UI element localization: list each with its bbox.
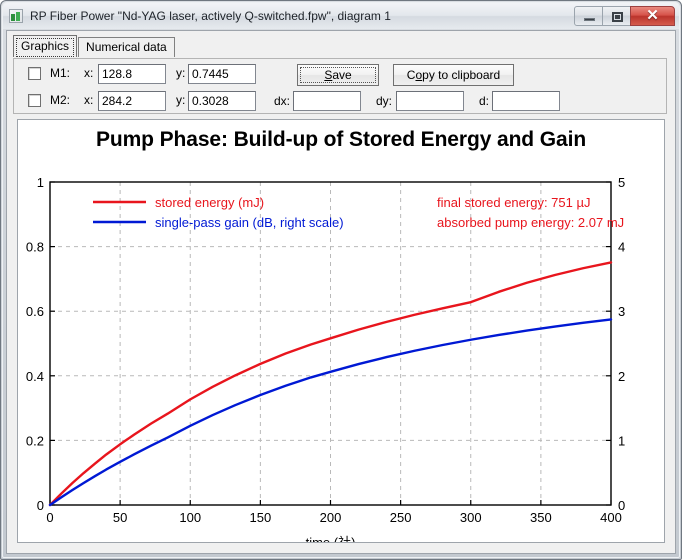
m1-x-label: x: (84, 66, 94, 80)
dx-label: dx: (274, 94, 291, 108)
x-tick-label: 300 (460, 510, 482, 525)
copy-rest: py to clipboard (422, 68, 501, 82)
m1-checkbox[interactable] (28, 67, 41, 80)
y-tick-label: 0.8 (26, 240, 44, 255)
dx-input[interactable] (293, 91, 361, 111)
x-tick-label: 100 (179, 510, 201, 525)
m2-label: M2: (50, 93, 71, 107)
annotations: final stored energy: 751 µJ absorbed pump… (437, 195, 624, 230)
close-icon: ✕ (646, 7, 659, 24)
maximize-icon (612, 12, 623, 22)
x-tick-label: 150 (250, 510, 272, 525)
marker-controls-group: M1: x: 128.8 y: 0.7445 Save Copy to clip… (13, 58, 667, 114)
tab-graphics-label: Graphics (21, 39, 70, 53)
close-button[interactable]: ✕ (630, 6, 675, 26)
d-input[interactable] (492, 91, 560, 111)
client-area: Graphics Numerical data M1: x: 128.8 y: … (6, 30, 676, 554)
minimize-icon (584, 18, 595, 21)
y-tick-label: 0.6 (26, 304, 44, 319)
save-rest: ave (332, 68, 352, 82)
y2-tick-label: 4 (618, 240, 625, 255)
tab-numerical-data[interactable]: Numerical data (78, 37, 175, 57)
m1-label: M1: (50, 66, 71, 80)
app-icon (9, 9, 23, 23)
y2-tick-label: 2 (618, 369, 625, 384)
x-tick-label: 0 (46, 510, 53, 525)
y-tick-label: 0.2 (26, 433, 44, 448)
series-line-1 (48, 318, 613, 507)
copy-button-label: Copy to clipboard (407, 68, 500, 82)
y2-tick-label: 0 (618, 498, 625, 513)
m2-x-label: x: (84, 93, 94, 107)
annotation-1: absorbed pump energy: 2.07 mJ (437, 215, 624, 230)
x-tick-label: 200 (320, 510, 342, 525)
m2-checkbox[interactable] (28, 94, 41, 107)
m1-x-input[interactable]: 128.8 (98, 64, 166, 84)
maximize-button[interactable] (602, 6, 631, 26)
marker-row-m2: M2: x: 284.2 y: 0.3028 dx: dy: d: (14, 91, 666, 113)
window-title: RP Fiber Power "Nd-YAG laser, actively Q… (30, 9, 391, 23)
tick-labels: 0 50 100 150 200 250 300 350 40000.20.40.60.8101… (26, 175, 625, 543)
m1-y-label: y: (176, 66, 186, 80)
tab-strip: Graphics Numerical data (13, 35, 175, 57)
m2-x-input[interactable]: 284.2 (98, 91, 166, 111)
save-button[interactable]: Save (297, 64, 379, 86)
title-bar[interactable]: RP Fiber Power "Nd-YAG laser, actively Q… (3, 3, 679, 29)
legend: stored energy (mJ) single-pass gain (dB, … (93, 195, 344, 230)
x-tick-label: 50 (113, 510, 127, 525)
y-tick-label: 0.4 (26, 369, 44, 384)
m2-y-input[interactable]: 0.3028 (188, 91, 256, 111)
m2-y-label: y: (176, 93, 186, 107)
dy-input[interactable] (396, 91, 464, 111)
y-tick-label: 1 (37, 175, 44, 190)
application-window: RP Fiber Power "Nd-YAG laser, actively Q… (0, 0, 682, 560)
x-tick-label: 250 (390, 510, 412, 525)
minimize-button[interactable] (574, 6, 603, 26)
y2-tick-label: 3 (618, 304, 625, 319)
annotation-0: final stored energy: 751 µJ (437, 195, 590, 210)
d-label: d: (479, 94, 490, 108)
marker-row-m1: M1: x: 128.8 y: 0.7445 Save Copy to clip… (14, 64, 666, 86)
y2-tick-label: 1 (618, 433, 625, 448)
y-tick-label: 0 (37, 498, 44, 513)
y2-tick-label: 5 (618, 175, 625, 190)
grid-lines (50, 182, 611, 505)
copy-to-clipboard-button[interactable]: Copy to clipboard (393, 64, 514, 86)
legend-label-1: single-pass gain (dB, right scale) (155, 215, 344, 230)
chart-panel: Pump Phase: Build-up of Stored Energy an… (17, 119, 665, 543)
tab-graphics[interactable]: Graphics (13, 35, 78, 57)
legend-label-0: stored energy (mJ) (155, 195, 264, 210)
save-button-label-pre: Save (324, 68, 351, 82)
tab-numerical-data-label: Numerical data (86, 40, 167, 54)
window-controls: ✕ (574, 5, 675, 27)
x-tick-label: 350 (530, 510, 552, 525)
plot-svg: stored energy (mJ) single-pass gain (dB, … (26, 175, 625, 543)
dy-label: dy: (376, 94, 393, 108)
x-axis-label: time (社) (306, 535, 356, 543)
m1-y-input[interactable]: 0.7445 (188, 64, 256, 84)
